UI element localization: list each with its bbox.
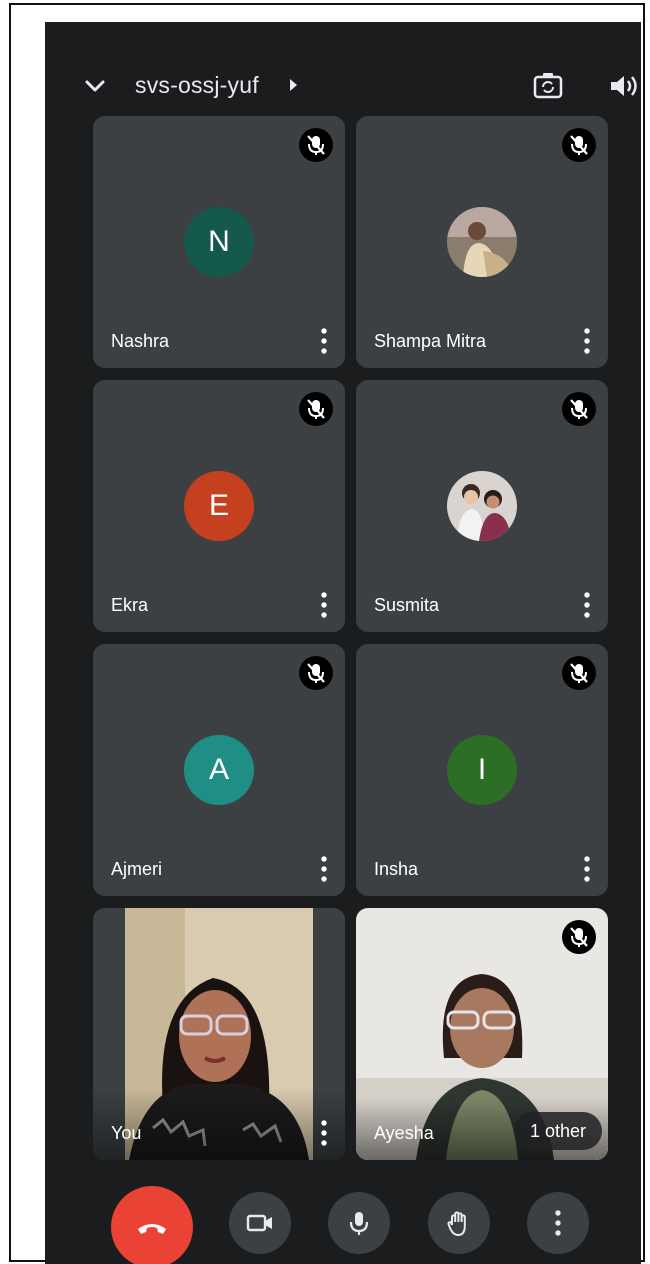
more-vert-icon[interactable] — [584, 856, 590, 882]
more-vert-icon — [555, 1210, 561, 1236]
speaker-icon[interactable] — [607, 70, 641, 102]
more-vert-icon[interactable] — [321, 856, 327, 882]
participant-tile[interactable]: N Nashra — [93, 116, 345, 368]
more-options-button[interactable] — [527, 1192, 589, 1254]
end-call-button[interactable] — [111, 1186, 193, 1264]
profile-photo — [447, 471, 517, 541]
meeting-code[interactable]: svs-ossj-yuf — [135, 72, 259, 99]
mic-off-icon — [299, 656, 333, 690]
call-end-icon — [138, 1224, 166, 1234]
mic-off-icon — [562, 920, 596, 954]
participant-name: Ekra — [111, 595, 149, 615]
more-vert-icon[interactable] — [584, 592, 590, 618]
avatar: A — [184, 735, 254, 805]
profile-photo — [447, 207, 517, 277]
top-bar: svs-ossj-yuf — [45, 22, 641, 114]
other-participants-badge[interactable]: 1 other — [513, 1112, 602, 1150]
mic-off-icon — [562, 656, 596, 690]
meeting-info-arrow-icon[interactable] — [290, 79, 297, 91]
mic-off-icon — [299, 128, 333, 162]
chevron-down-icon[interactable] — [81, 72, 109, 100]
microphone-button[interactable] — [328, 1192, 390, 1254]
participant-name: Ajmeri — [111, 859, 163, 879]
participant-tile[interactable]: I Insha — [356, 644, 608, 896]
avatar: I — [447, 735, 517, 805]
camera-button[interactable] — [229, 1192, 291, 1254]
participant-name: You — [111, 1123, 142, 1143]
participant-name: Nashra — [111, 331, 170, 351]
more-vert-icon[interactable] — [321, 1120, 327, 1146]
switch-camera-icon[interactable] — [531, 69, 565, 103]
more-vert-icon[interactable] — [321, 592, 327, 618]
avatar: E — [184, 471, 254, 541]
phone-frame: svs-ossj-yuf N Nashra Shampa Mitra E Ekr… — [9, 3, 645, 1264]
raise-hand-button[interactable] — [428, 1192, 490, 1254]
videocam-icon — [246, 1214, 272, 1232]
mic-off-icon — [562, 128, 596, 162]
participant-tile[interactable]: A Ajmeri — [93, 644, 345, 896]
hand-icon — [447, 1211, 466, 1236]
call-controls — [45, 1186, 641, 1264]
participant-name: Insha — [374, 859, 419, 879]
participant-tile[interactable]: E Ekra — [93, 380, 345, 632]
mic-off-icon — [299, 392, 333, 426]
participant-name: Ayesha — [374, 1123, 434, 1143]
mic-icon — [349, 1212, 369, 1235]
self-video-tile[interactable]: You — [93, 908, 345, 1160]
participant-name: Shampa Mitra — [374, 331, 487, 351]
avatar: N — [184, 207, 254, 277]
meet-screen: svs-ossj-yuf N Nashra Shampa Mitra E Ekr… — [45, 22, 641, 1264]
more-vert-icon[interactable] — [321, 328, 327, 354]
participant-tile[interactable]: Susmita — [356, 380, 608, 632]
more-vert-icon[interactable] — [584, 328, 590, 354]
participant-tile[interactable]: Shampa Mitra — [356, 116, 608, 368]
participant-video-tile[interactable]: Ayesha 1 other — [356, 908, 608, 1160]
participant-name: Susmita — [374, 595, 440, 615]
mic-off-icon — [562, 392, 596, 426]
